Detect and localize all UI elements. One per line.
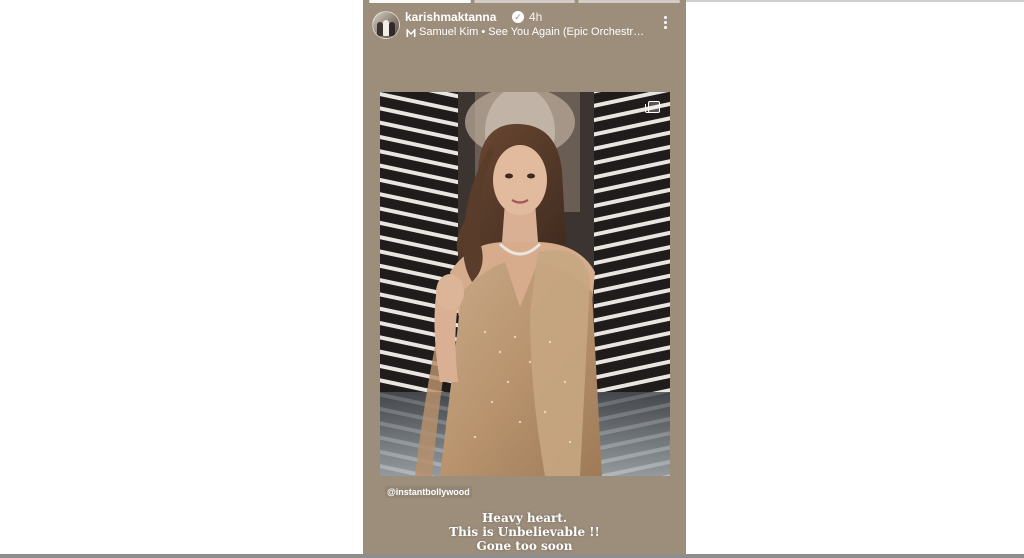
username[interactable]: karishmaktanna — [405, 10, 496, 24]
top-divider — [686, 0, 1024, 2]
music-note-icon — [406, 29, 416, 37]
verified-badge-icon: ✓ — [512, 11, 524, 23]
story-viewer[interactable]: karishmaktanna ✓ 4h Samuel Kim • See You… — [363, 0, 686, 558]
photo-illustration — [380, 92, 670, 476]
timestamp: 4h — [529, 10, 543, 24]
progress-segment — [369, 0, 471, 3]
copy-multiple-icon — [645, 101, 660, 113]
mention-tag[interactable]: @instantbollywood — [385, 486, 472, 498]
story-caption: Heavy heart. This is Unbelievable !! Gon… — [363, 511, 686, 553]
story-progress-bar — [369, 0, 681, 3]
caption-line: This is Unbelievable !! — [449, 525, 600, 539]
avatar[interactable] — [372, 11, 400, 39]
bottom-divider — [0, 554, 1024, 558]
progress-segment — [473, 0, 576, 3]
story-header: karishmaktanna ✓ 4h Samuel Kim • See You… — [372, 8, 678, 40]
progress-segment — [578, 0, 681, 3]
music-track-label[interactable]: Samuel Kim • See You Again (Epic Orchest… — [419, 26, 644, 38]
more-options-icon[interactable] — [664, 16, 668, 30]
caption-line: Heavy heart. — [481, 511, 568, 525]
caption-line: Gone too soon — [476, 539, 573, 553]
story-photo — [380, 92, 670, 476]
